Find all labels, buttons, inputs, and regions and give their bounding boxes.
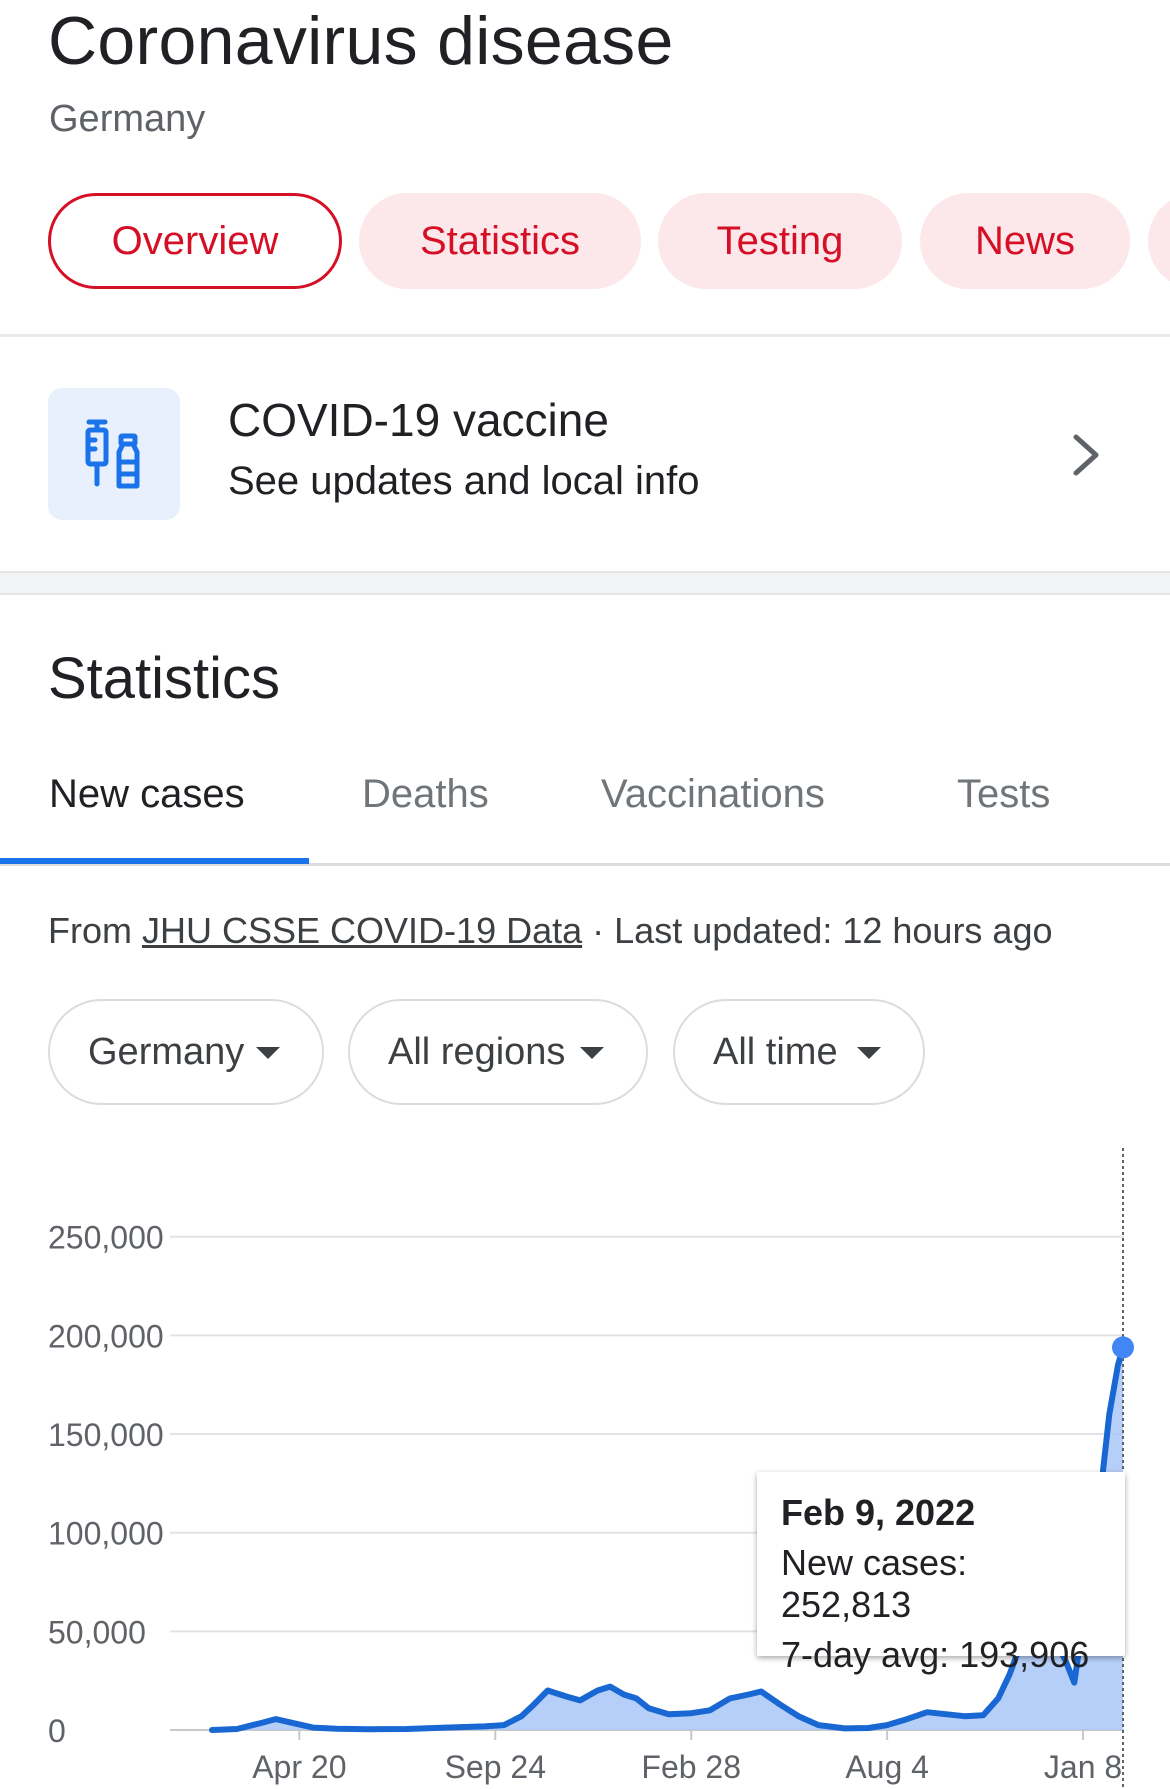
- dropdown-caret-icon: [256, 1047, 280, 1059]
- dropdown-caret-icon: [857, 1047, 881, 1059]
- filter-region[interactable]: All regions: [348, 999, 648, 1105]
- page-title: Coronavirus disease: [48, 3, 674, 79]
- vaccine-subtitle: See updates and local info: [228, 459, 700, 503]
- section-chips: Overview Statistics Testing News: [48, 193, 1170, 289]
- tooltip-avg: 7-day avg: 193,906: [781, 1634, 1090, 1675]
- hover-point: [1112, 1336, 1134, 1359]
- vaccine-title: COVID-19 vaccine: [228, 394, 609, 446]
- source-updated: · Last updated: 12 hours ago: [592, 910, 1053, 951]
- tab-active-indicator: [0, 858, 309, 864]
- tab-new-cases[interactable]: New cases: [49, 772, 245, 817]
- x-tick-label: Aug 4: [845, 1749, 929, 1785]
- filter-country-label: Germany: [88, 1030, 245, 1073]
- chip-overview[interactable]: Overview: [48, 193, 342, 289]
- data-source: From JHU CSSE COVID-19 Data · Last updat…: [48, 910, 1053, 952]
- tab-vaccinations[interactable]: Vaccinations: [601, 772, 825, 817]
- tab-deaths[interactable]: Deaths: [362, 772, 489, 817]
- y-tick-label: 100,000: [48, 1516, 164, 1552]
- chip-news[interactable]: News: [920, 193, 1130, 289]
- source-prefix: From: [48, 910, 132, 951]
- statistics-tabs: New cases Deaths Vaccinations Tests: [0, 740, 1170, 866]
- vaccine-card[interactable]: COVID-19 vaccine See updates and local i…: [0, 337, 1170, 571]
- x-tick-label: Sep 24: [445, 1749, 546, 1785]
- tooltip-new-cases: New cases: 252,813: [781, 1542, 968, 1625]
- y-tick-label: 200,000: [48, 1318, 164, 1354]
- source-link[interactable]: JHU CSSE COVID-19 Data: [142, 910, 582, 951]
- chip-testing[interactable]: Testing: [658, 193, 902, 289]
- new-cases-chart[interactable]: 0 50,000 100,000 150,000 200,000 250,000 Apr 2…: [0, 1140, 1170, 1789]
- tab-tests[interactable]: Tests: [957, 772, 1050, 817]
- y-tick-label: 50,000: [48, 1614, 146, 1650]
- filter-time-label: All time: [713, 1030, 838, 1073]
- x-tick-label: Jan 8: [1044, 1749, 1122, 1785]
- chart-tooltip: Feb 9, 2022 New cases: 252,813 7-day avg…: [757, 1472, 1125, 1675]
- y-tick-label: 250,000: [48, 1220, 164, 1256]
- y-tick-label: 0: [48, 1713, 66, 1749]
- filter-region-label: All regions: [388, 1030, 566, 1073]
- filter-time[interactable]: All time: [673, 999, 925, 1105]
- statistics-title: Statistics: [48, 646, 281, 711]
- syringe-vial-icon: [48, 388, 180, 520]
- tooltip-date: Feb 9, 2022: [781, 1492, 976, 1533]
- dropdown-caret-icon: [580, 1047, 604, 1059]
- chip-more[interactable]: [1148, 193, 1170, 289]
- y-tick-label: 150,000: [48, 1417, 164, 1453]
- x-tick-label: Feb 28: [641, 1749, 741, 1785]
- chevron-right-icon[interactable]: [1068, 429, 1104, 481]
- chip-statistics[interactable]: Statistics: [359, 193, 641, 289]
- x-tick-label: Apr 20: [252, 1749, 346, 1785]
- page-subtitle: Germany: [49, 98, 206, 140]
- section-separator: [0, 571, 1170, 595]
- filter-country[interactable]: Germany: [48, 999, 324, 1105]
